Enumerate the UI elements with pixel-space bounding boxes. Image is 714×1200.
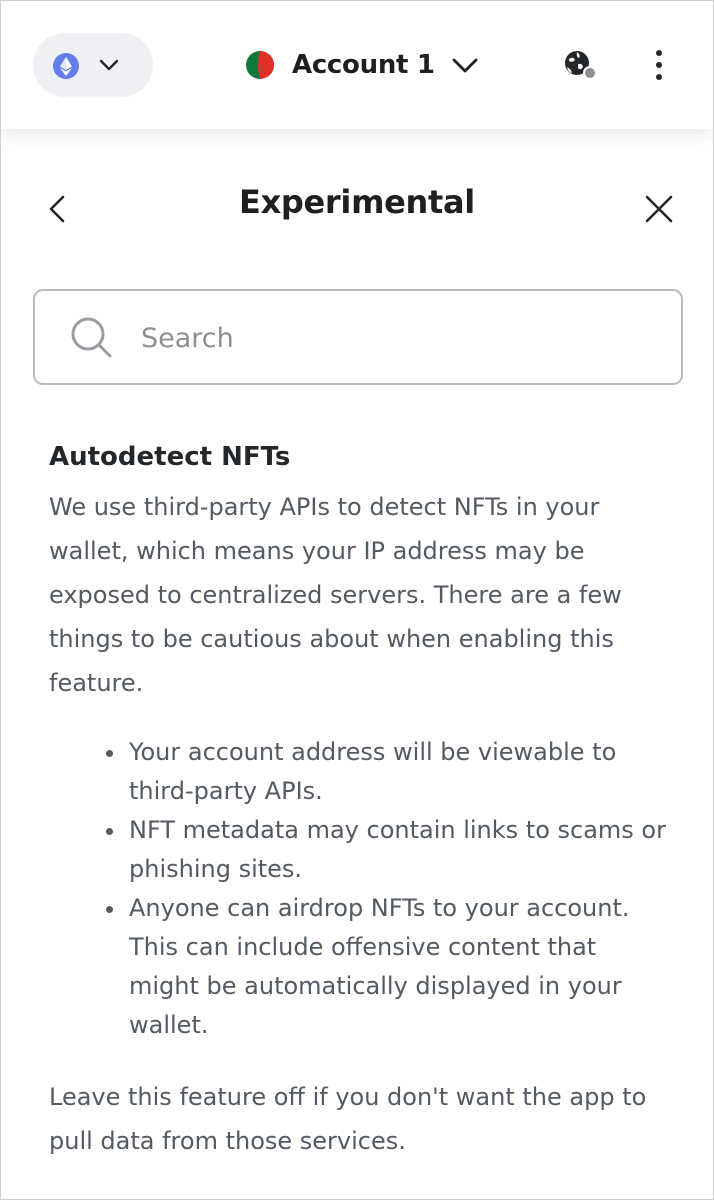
account-avatar — [246, 51, 274, 79]
account-picker-button[interactable]: Account 1 — [241, 41, 479, 89]
setting-footer-note: Leave this feature off if you don't want… — [49, 1083, 647, 1155]
search-icon — [69, 315, 113, 359]
autodetect-nfts-setting: Autodetect NFTs We use third-party APIs … — [49, 433, 671, 1163]
close-button[interactable] — [641, 191, 677, 227]
setting-warnings-list: Your account address will be viewable to… — [49, 733, 671, 1045]
chevron-down-icon — [97, 53, 121, 77]
network-picker-button[interactable] — [33, 33, 153, 97]
search-field[interactable] — [33, 289, 683, 385]
page-title: Experimental — [239, 183, 475, 221]
list-item: Anyone can airdrop NFTs to your account.… — [106, 889, 671, 1045]
chevron-down-icon — [451, 51, 479, 79]
connected-sites-button[interactable] — [563, 49, 597, 81]
list-item: Your account address will be viewable to… — [106, 733, 671, 811]
app-header: Account 1 — [1, 1, 713, 129]
search-input[interactable] — [139, 311, 663, 365]
list-item: NFT metadata may contain links to scams … — [106, 811, 671, 889]
ethereum-icon — [53, 53, 79, 79]
app-frame: Account 1 Experimental Search Autodetect… — [0, 0, 714, 1200]
account-name: Account 1 — [292, 50, 435, 80]
close-icon — [641, 195, 677, 231]
kebab-menu-icon — [645, 50, 673, 87]
setting-description: We use third-party APIs to detect NFTs i… — [49, 493, 622, 697]
account-options-menu-button[interactable] — [645, 47, 673, 83]
globe-icon — [563, 51, 597, 85]
setting-title: Autodetect NFTs — [49, 442, 291, 472]
